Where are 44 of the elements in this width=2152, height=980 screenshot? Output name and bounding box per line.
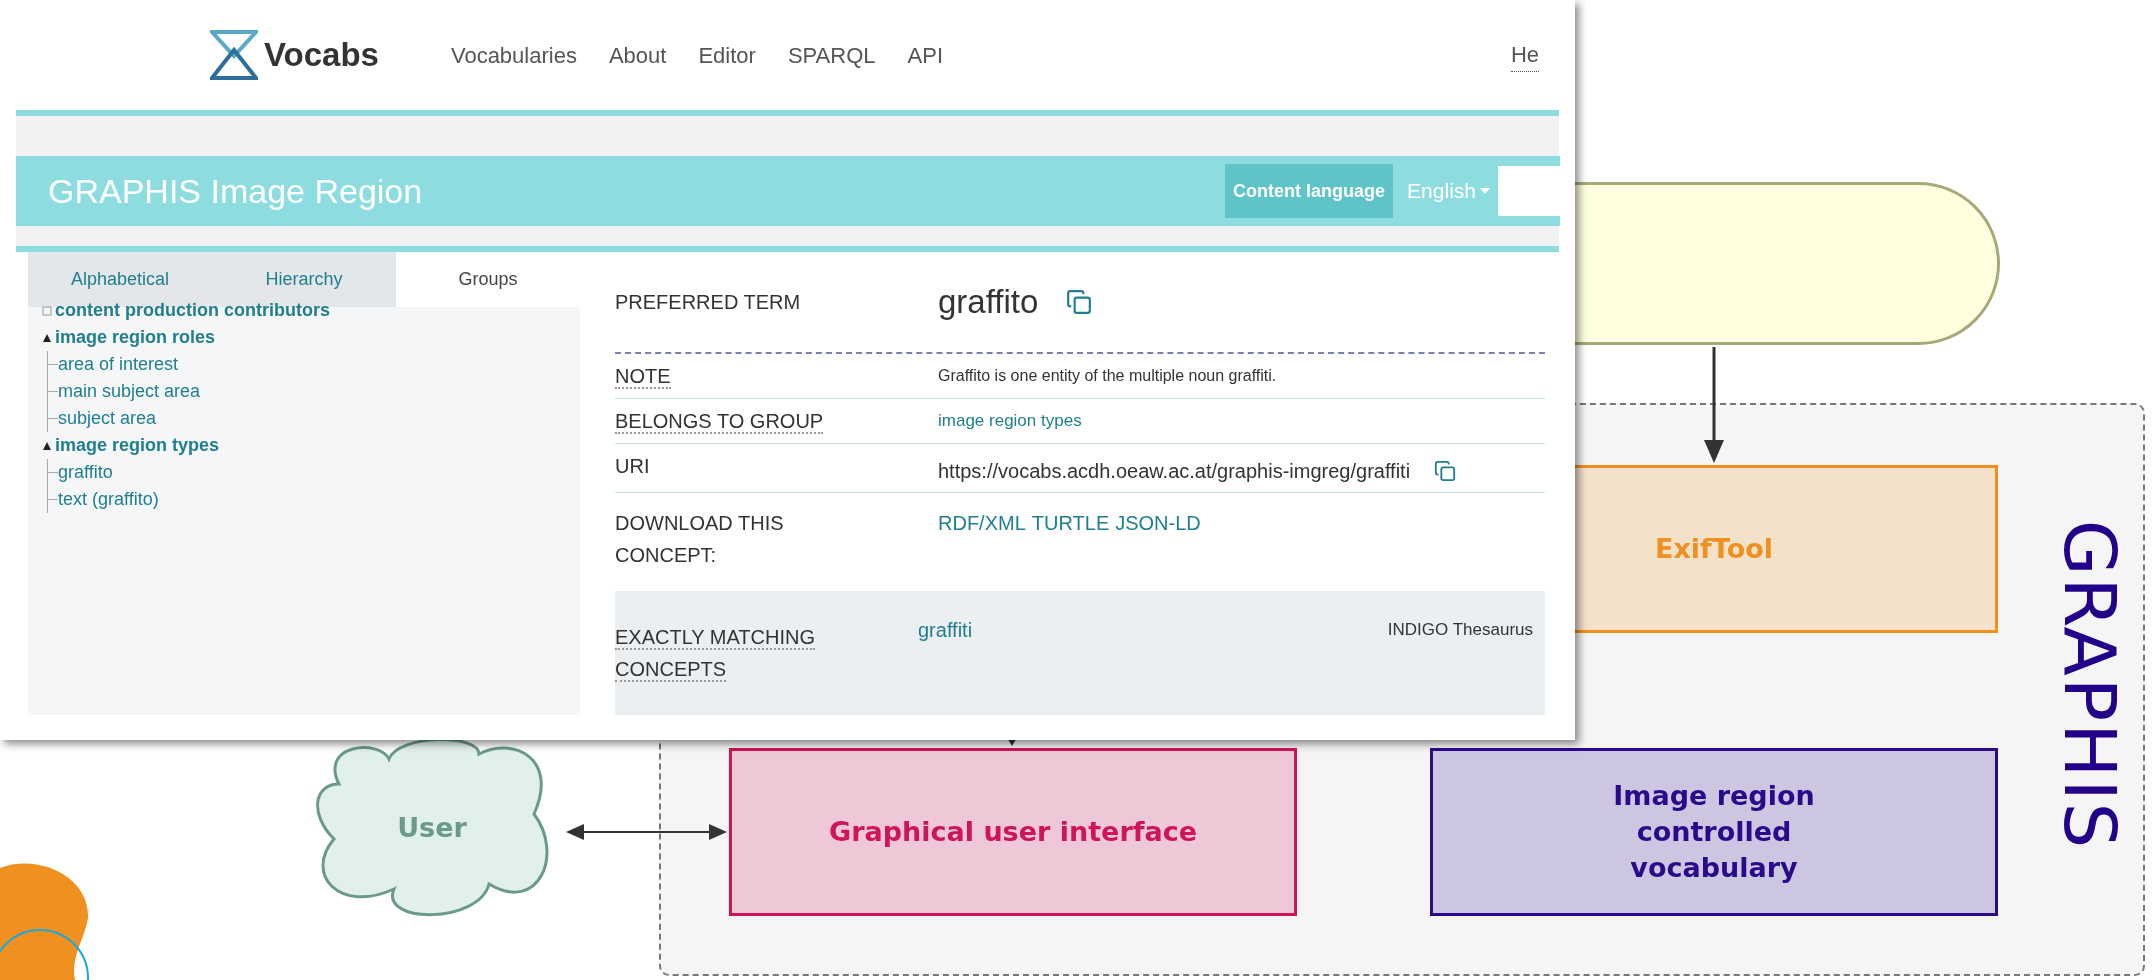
box-label: Image region controlled vocabulary (1612, 779, 1816, 885)
download-link[interactable]: JSON-LD (1115, 507, 1201, 577)
nav-link[interactable]: Vocabularies (450, 38, 577, 72)
box-label: Graphical user interface (829, 815, 1197, 849)
matching-concept-link[interactable]: graffiti (918, 591, 1388, 645)
tree-item[interactable]: subject area (58, 405, 157, 432)
copy-icon[interactable] (1066, 289, 1093, 315)
cut-nav-link[interactable]: He (1510, 38, 1539, 72)
tree-item[interactable]: area of interest (58, 351, 179, 378)
tree-item[interactable]: main subject area (58, 378, 201, 405)
sidebar-tab[interactable]: Groups (396, 252, 580, 307)
content-language-label: Content language (1225, 164, 1394, 218)
property-label: BELONGS TO GROUP (615, 410, 824, 434)
property-label: NOTE (615, 365, 671, 389)
property-label: URI (615, 455, 650, 477)
graphis-logo: GRAPHIS (2054, 519, 2126, 851)
expanded-triangle-icon[interactable] (42, 440, 52, 451)
hourglass-logo-icon (210, 30, 258, 80)
tree-item[interactable]: text (graffito) (58, 486, 159, 513)
note-text: Graffito is one entity of the multiple noun graffiti. (938, 366, 1278, 386)
property-label: DOWNLOAD THIS CONCEPT: (615, 512, 784, 566)
search-field[interactable] (1498, 166, 1560, 216)
copy-icon[interactable] (1434, 460, 1457, 482)
download-link[interactable]: RDF/XML (938, 507, 1026, 577)
thesaurus-name: INDIGO Thesaurus (1387, 619, 1533, 641)
nav-link[interactable]: About (608, 38, 667, 72)
tree-item[interactable]: graffito (58, 459, 113, 486)
caret-icon (1480, 188, 1490, 194)
box-label: ExifTool (1654, 532, 1773, 566)
property-label: PREFERRED TERM (615, 290, 802, 315)
collapsed-node-icon[interactable] (42, 305, 52, 316)
tree-group-item[interactable]: image region roles (55, 324, 216, 351)
expanded-triangle-icon[interactable] (42, 332, 52, 343)
preferred-term: graffito (938, 282, 1039, 323)
tree-group-item[interactable]: image region types (55, 432, 220, 459)
uri-text: https://vocabs.acdh.oeaw.ac.at/graphis-imgreg/graffiti (938, 459, 1411, 484)
site-logo[interactable]: Vocabs (264, 30, 379, 80)
group-link[interactable]: image region types (938, 405, 1545, 437)
nav-link[interactable]: SPARQL (787, 38, 876, 72)
cloud-label: User (397, 810, 467, 845)
download-link[interactable]: TURTLE (1031, 507, 1110, 577)
nav-link[interactable]: API (907, 38, 943, 72)
nav-link[interactable]: Editor (698, 38, 756, 72)
vocabulary-title: GRAPHIS Image Region (48, 170, 423, 212)
